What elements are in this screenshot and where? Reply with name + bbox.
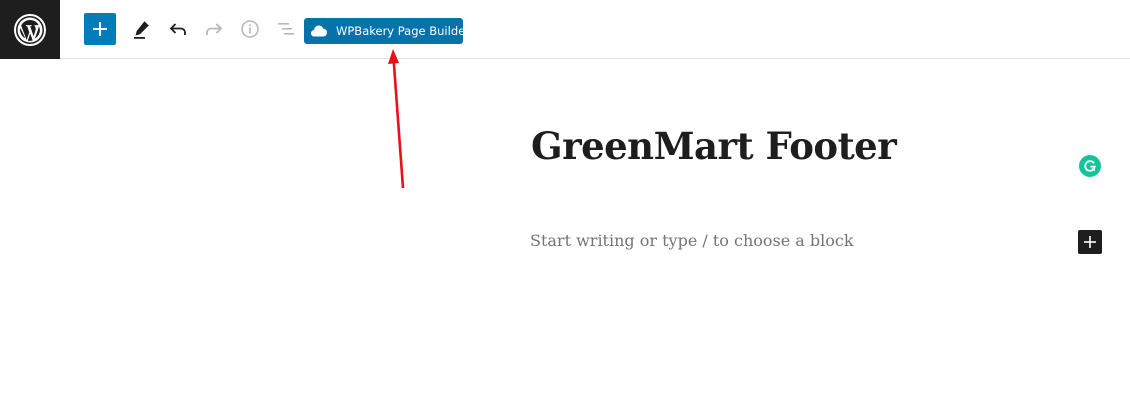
undo-icon — [169, 23, 186, 35]
cloud-icon — [310, 24, 328, 38]
wpbakery-label: WPBakery Page Builder — [336, 24, 470, 38]
redo-icon — [206, 23, 223, 35]
block-placeholder[interactable]: Start writing or type / to choose a bloc… — [530, 231, 854, 250]
top-toolbar: WPBakery Page Builder — [0, 0, 1130, 59]
annotation-arrow — [388, 49, 405, 189]
grammarly-button[interactable] — [1079, 155, 1101, 177]
details-button[interactable] — [238, 17, 262, 41]
add-block-button[interactable] — [84, 13, 116, 45]
editor-page: WPBakery Page Builder GreenMart Footer S… — [0, 0, 1130, 406]
undo-button[interactable] — [166, 17, 190, 41]
plus-icon — [1084, 236, 1096, 248]
redo-button[interactable] — [202, 17, 226, 41]
outline-button[interactable] — [274, 17, 298, 41]
tools-button[interactable] — [130, 17, 154, 41]
wordpress-logo-button[interactable] — [0, 0, 60, 59]
wpbakery-page-builder-button[interactable]: WPBakery Page Builder — [304, 18, 470, 44]
post-title[interactable]: GreenMart Footer — [531, 124, 897, 168]
list-view-icon — [278, 23, 294, 35]
plus-icon — [93, 22, 107, 36]
pencil-icon — [134, 21, 149, 39]
grammarly-icon — [1084, 160, 1096, 172]
inline-add-block-button[interactable] — [1078, 230, 1102, 254]
wordpress-logo-icon — [14, 13, 46, 46]
info-icon — [241, 20, 259, 38]
